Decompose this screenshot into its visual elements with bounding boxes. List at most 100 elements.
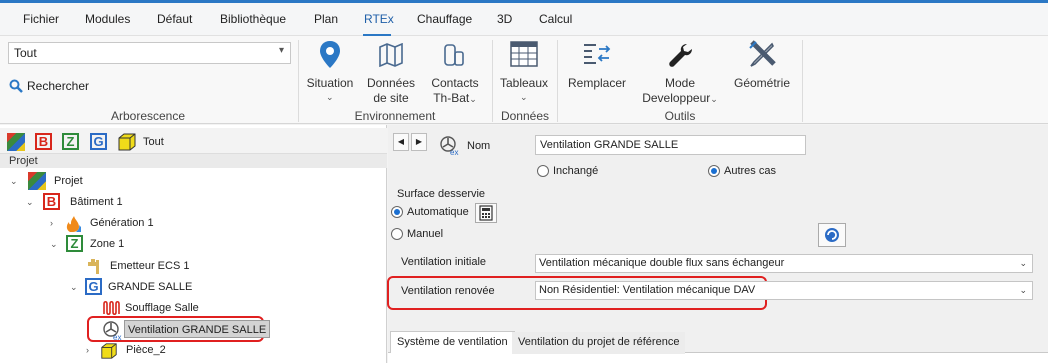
radio-button-selected[interactable] <box>708 165 720 177</box>
radio-label: Inchangé <box>553 165 599 177</box>
tab-ventilation-reference[interactable]: Ventilation du projet de référence <box>512 332 686 354</box>
tree-label-selected: Ventilation GRANDE SALLE <box>124 320 271 338</box>
collapse-chevron-icon[interactable]: ⌄ <box>26 192 34 212</box>
geometrie-button[interactable]: Géométrie <box>730 40 794 100</box>
tap-icon <box>88 259 99 274</box>
ventilation-initiale-select[interactable]: Ventilation mécanique double flux sans é… <box>535 254 1033 273</box>
tree-label: Soufflage Salle <box>125 302 199 314</box>
select-value: Ventilation mécanique double flux sans é… <box>539 257 785 269</box>
batiment-icon: B <box>43 193 60 210</box>
piece-icon <box>101 343 117 359</box>
ventilation-initiale-label: Ventilation initiale <box>401 256 487 268</box>
separator <box>802 40 803 122</box>
filter-all-label: Tout <box>143 136 164 148</box>
remplacer-label: Remplacer <box>567 76 627 90</box>
separator <box>557 40 558 122</box>
collapse-chevron-icon[interactable]: ⌄ <box>50 234 58 254</box>
ventilation-fan-icon: ex <box>103 321 121 341</box>
contacts-label-2: Th-Bat⌄ <box>426 91 484 106</box>
separator <box>298 40 299 122</box>
group-arborescence: Arborescence <box>110 109 186 123</box>
refresh-icon <box>825 228 839 242</box>
mode-label-2: Developpeur⌄ <box>640 91 720 106</box>
geometry-tools-icon <box>749 40 776 67</box>
menu-bibliotheque[interactable]: Bibliothèque <box>220 12 286 26</box>
radio-manuel[interactable]: Manuel <box>391 228 481 242</box>
tree-label: Génération 1 <box>90 217 154 229</box>
map-icon <box>379 43 403 67</box>
tree-item-ventilation[interactable]: ex Ventilation GRANDE SALLE <box>101 319 271 341</box>
contacts-label-2-text: Th-Bat <box>433 91 470 105</box>
group-filter-icon[interactable]: G <box>90 133 107 150</box>
location-pin-icon <box>320 41 340 68</box>
menu-rtex[interactable]: RTEx <box>364 12 394 26</box>
tree-label: Bâtiment 1 <box>70 196 123 208</box>
piece-filter-icon[interactable] <box>117 132 137 152</box>
radio-button[interactable] <box>391 228 403 240</box>
contacts-thbat-button[interactable]: Contacts Th-Bat⌄ <box>426 40 484 106</box>
collapse-chevron-icon[interactable]: ⌄ <box>70 277 78 297</box>
chevron-down-icon: ⌄ <box>469 94 477 104</box>
menu-defaut[interactable]: Défaut <box>157 12 192 26</box>
emitter-coil-icon <box>103 300 120 316</box>
situation-label: Situation <box>306 76 354 90</box>
ventilation-renovee-select[interactable]: Non Résidentiel: Ventilation mécanique D… <box>535 281 1033 300</box>
expand-chevron-icon[interactable]: › <box>86 340 89 360</box>
tree-label: GRANDE SALLE <box>108 281 193 293</box>
radio-autres-cas[interactable]: Autres cas <box>708 165 788 179</box>
search-icon <box>9 79 23 93</box>
mode-developpeur-button[interactable]: Mode Developpeur⌄ <box>640 40 720 106</box>
nom-field[interactable]: Ventilation GRANDE SALLE <box>535 135 806 155</box>
group-outils: Outils <box>664 109 696 123</box>
svg-text:ex: ex <box>450 148 458 156</box>
table-icon <box>510 41 538 67</box>
tree-label: Zone 1 <box>90 238 125 250</box>
radio-automatique[interactable]: Automatique <box>391 206 481 220</box>
calculator-button[interactable] <box>475 203 497 223</box>
menu-calcul[interactable]: Calcul <box>539 12 572 26</box>
donnees-site-label-2: de site <box>373 91 409 105</box>
replace-icon <box>584 44 611 64</box>
svg-text:ex: ex <box>113 333 121 341</box>
separator <box>492 40 493 122</box>
donnees-site-button[interactable]: Données de site <box>363 40 419 106</box>
remplacer-button[interactable]: Remplacer <box>564 40 630 100</box>
menu-modules[interactable]: Modules <box>85 12 130 26</box>
tree-label: Emetteur ECS 1 <box>110 260 190 272</box>
group-donnees: Données <box>500 109 550 123</box>
radio-label: Autres cas <box>724 165 776 177</box>
geometrie-label: Géométrie <box>733 76 791 90</box>
nav-prev-button[interactable]: ◀ <box>393 133 409 151</box>
menu-fichier[interactable]: Fichier <box>23 12 59 26</box>
nav-next-button[interactable]: ▶ <box>411 133 427 151</box>
radio-label: Manuel <box>407 228 444 240</box>
donnees-site-label-1: Données <box>366 76 416 90</box>
chevron-down-icon: ⌄ <box>1019 285 1027 295</box>
tree-filter-combo[interactable]: Tout ▾ <box>8 42 291 64</box>
building-icon <box>444 44 464 66</box>
radio-button[interactable] <box>537 165 549 177</box>
tableaux-button[interactable]: Tableaux ⌄ <box>497 40 551 106</box>
menu-bar: Fichier Modules Défaut Bibliothèque Plan… <box>0 0 1048 37</box>
radio-button-selected[interactable] <box>391 206 403 218</box>
tab-systeme-ventilation[interactable]: Système de ventilation <box>390 331 515 353</box>
nom-label: Nom <box>467 140 491 152</box>
menu-chauffage[interactable]: Chauffage <box>417 12 472 26</box>
refresh-button[interactable] <box>818 223 846 247</box>
contacts-label-1: Contacts <box>431 76 479 90</box>
expand-chevron-icon[interactable]: › <box>50 213 53 233</box>
radio-inchange[interactable]: Inchangé <box>537 165 617 179</box>
tableaux-label: Tableaux <box>499 76 549 90</box>
menu-3d[interactable]: 3D <box>497 12 512 26</box>
collapse-chevron-icon[interactable]: ⌄ <box>10 171 18 191</box>
chevron-down-icon: ⌄ <box>326 92 334 102</box>
zone-filter-icon[interactable]: Z <box>62 133 79 150</box>
group-environnement: Environnement <box>354 109 436 123</box>
project-icon <box>28 172 46 190</box>
all-types-icon[interactable] <box>7 133 25 151</box>
radio-label: Automatique <box>407 206 469 218</box>
batiment-filter-icon[interactable]: B <box>35 133 52 150</box>
select-value: Non Résidentiel: Ventilation mécanique D… <box>539 284 756 296</box>
situation-button[interactable]: Situation ⌄ <box>305 40 355 102</box>
menu-plan[interactable]: Plan <box>314 12 338 26</box>
